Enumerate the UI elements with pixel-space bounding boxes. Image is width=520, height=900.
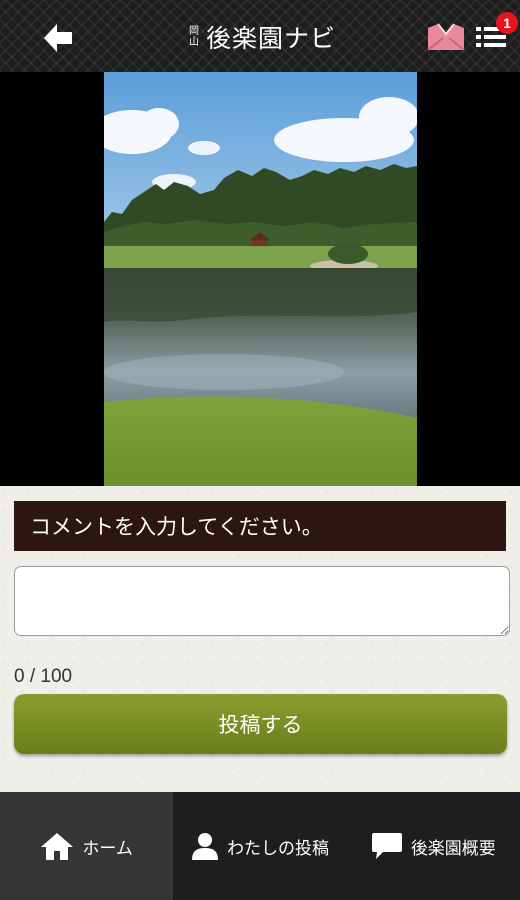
nav-garden-overview[interactable]: 後楽園概要 <box>347 792 520 900</box>
char-counter: 0 / 100 <box>14 666 73 687</box>
comment-prompt: コメントを入力してください。 <box>14 501 506 551</box>
logo-region-char-1: 岡 <box>189 26 199 37</box>
nav-garden-overview-label: 後楽園概要 <box>410 838 496 859</box>
nav-home[interactable]: ホーム <box>0 792 174 900</box>
arrow-left-icon <box>44 24 72 52</box>
garden-photo <box>104 72 417 486</box>
comment-form: コメントを入力してください。 0 / 100 投稿する <box>0 486 520 792</box>
nav-my-posts[interactable]: わたしの投稿 <box>173 792 346 900</box>
photo-viewer <box>0 72 520 486</box>
bottom-nav: ホーム わたしの投稿 後楽園概要 <box>0 792 520 900</box>
nav-home-label: ホーム <box>82 838 133 859</box>
nav-my-posts-label: わたしの投稿 <box>226 838 329 859</box>
person-icon <box>191 833 218 860</box>
back-button[interactable] <box>38 18 78 58</box>
app-logo: 岡 山 後楽園ナビ <box>188 18 336 56</box>
comment-input[interactable] <box>14 566 510 636</box>
logo-title: 後楽園ナビ <box>206 24 337 53</box>
home-icon <box>41 833 74 860</box>
notification-badge: 1 <box>496 12 518 34</box>
logo-region: 岡 山 <box>188 26 200 48</box>
speech-bubble-icon <box>371 833 402 859</box>
message-button[interactable] <box>426 22 466 52</box>
logo-region-char-2: 山 <box>189 37 199 48</box>
app-header: 岡 山 後楽園ナビ 1 <box>0 0 520 72</box>
letter-icon <box>427 23 465 51</box>
submit-post-button[interactable]: 投稿する <box>14 694 507 754</box>
